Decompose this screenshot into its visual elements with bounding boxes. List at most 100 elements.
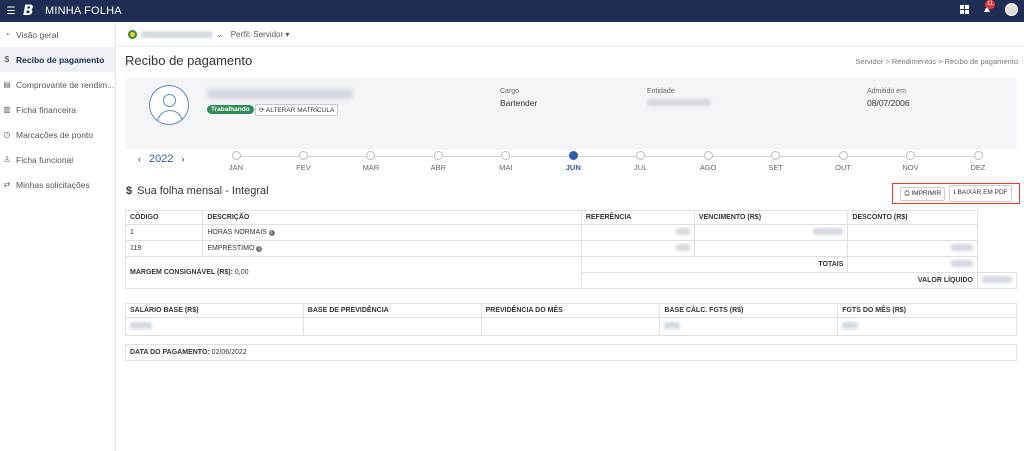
month-dot[interactable]	[298, 151, 308, 160]
totais-label: TOTAIS	[580, 256, 849, 273]
entity-name-redacted[interactable]	[141, 30, 213, 38]
clock-icon: ◷	[3, 130, 11, 139]
notification-bell-icon[interactable]: ▲ 11	[981, 0, 996, 16]
person-icon: ♙	[3, 155, 11, 164]
month-label: FEV	[296, 163, 311, 172]
month-fev[interactable]: FEV	[288, 151, 318, 172]
sidebar-item-marcacoes[interactable]: ◷ Marcações de ponto	[0, 122, 115, 147]
totais-desconto-cell	[847, 256, 978, 273]
sidebar-item-label: Recibo de pagamento	[16, 54, 105, 65]
month-label: JUN	[565, 163, 581, 172]
month-mai[interactable]: MAI	[491, 151, 521, 172]
fgts-cell	[837, 317, 1017, 336]
sidebar-item-label: Ficha funcional	[16, 154, 74, 165]
liquido-cell	[977, 272, 1017, 289]
dashboard-icon: ◔	[4, 30, 10, 39]
summary-row	[125, 317, 1017, 336]
sidebar-item-ficha-funcional[interactable]: ♙ Ficha funcional	[0, 147, 115, 172]
month-dot[interactable]	[231, 151, 241, 160]
next-year-button[interactable]: ›	[181, 154, 184, 164]
status-badge: Trabalhando	[207, 105, 254, 114]
month-ago[interactable]: AGO	[693, 151, 723, 172]
reference-cell	[580, 240, 695, 257]
main-content: ⌄ Perfil: Servidor ▾ Recibo de pagamento…	[116, 22, 1024, 451]
app-title: MINHA FOLHA	[45, 5, 122, 17]
column-header: REFERÊNCIA	[580, 210, 695, 225]
month-dot[interactable]	[703, 151, 713, 160]
payment-date-table: DATA DO PAGAMENTO: 02/06/2022	[125, 344, 1017, 361]
user-avatar[interactable]	[1005, 3, 1018, 16]
month-dot[interactable]	[771, 151, 781, 160]
admitido-value: 08/07/2006	[867, 98, 910, 108]
month-dot[interactable]	[568, 151, 578, 160]
change-registration-button[interactable]: ⟳ ALTERAR MATRÍCULA	[255, 104, 339, 116]
month-dot[interactable]	[636, 151, 646, 160]
month-dot[interactable]	[501, 151, 511, 160]
employee-card: Trabalhando ⟳ ALTERAR MATRÍCULA Cargo Ba…	[125, 78, 1017, 150]
admissao-info: Admitido em 08/07/2006	[867, 88, 910, 108]
column-header: BASE CÁLC. FGTS (R$)	[659, 303, 839, 318]
app-logo[interactable]: B	[23, 3, 37, 19]
month-label: SET	[768, 163, 783, 172]
month-dot[interactable]	[838, 151, 848, 160]
sidebar-item-visao-geral[interactable]: ◔ Visão geral	[0, 22, 115, 47]
payslip-table: CÓDIGO DESCRIÇÃO REFERÊNCIA VENCIMENTO (…	[124, 210, 1017, 289]
month-label: JAN	[228, 163, 244, 172]
employee-name-redacted	[207, 89, 353, 99]
folha-title-text: Sua folha mensal - Integral	[137, 185, 269, 197]
prev-year-button[interactable]: ‹	[138, 154, 141, 164]
month-set[interactable]: SET	[761, 151, 791, 172]
info-icon[interactable]: i	[256, 246, 263, 252]
month-dot[interactable]	[973, 151, 983, 160]
month-dot[interactable]	[433, 151, 443, 160]
cargo-label: Cargo	[500, 88, 520, 95]
month-nov[interactable]: NOV	[896, 151, 926, 172]
month-jun[interactable]: JUN	[558, 151, 588, 172]
print-button[interactable]: ⎙ IMPRIMIR	[900, 186, 946, 201]
month-mar[interactable]: MAR	[356, 151, 386, 172]
download-pdf-button[interactable]: ⭳ BAIXAR EM PDF	[949, 185, 1012, 202]
column-header: DESCRIÇÃO	[202, 210, 582, 225]
dollar-icon: $	[4, 55, 10, 64]
timeline-line	[236, 156, 978, 157]
sidebar-item-ficha-financeira[interactable]: ▥ Ficha financeira	[0, 97, 115, 122]
month-out[interactable]: OUT	[828, 151, 858, 172]
base-previdencia-cell	[302, 317, 482, 336]
column-header: BASE DE PREVIDÊNCIA	[302, 303, 482, 318]
notification-badge: 11	[985, 0, 996, 9]
totals-row: MARGEM CONSIGNÁVEL (R$): 0,00 TOTAIS	[125, 256, 1017, 289]
info-icon[interactable]: i	[268, 230, 275, 236]
actions-highlight: ⎙ IMPRIMIR ⭳ BAIXAR EM PDF	[892, 183, 1020, 204]
month-dot[interactable]	[906, 151, 916, 160]
month-label: MAI	[499, 163, 513, 172]
bank-icon: ▥	[3, 105, 11, 114]
vencimento-cell	[693, 224, 849, 241]
table-row: 1 HORAS NORMAIS i	[124, 224, 1017, 241]
year-label: 2022	[149, 153, 174, 165]
month-dez[interactable]: DEZ	[963, 151, 993, 172]
liquido-label: VALOR LÍQUIDO	[580, 272, 979, 289]
month-jul[interactable]: JUL	[626, 151, 656, 172]
month-label: ABR	[430, 163, 447, 172]
apps-grid-icon[interactable]	[960, 5, 969, 14]
month-label: OUT	[835, 163, 851, 172]
month-jan[interactable]: JAN	[221, 151, 251, 172]
chevron-down-icon[interactable]: ⌄	[216, 30, 223, 39]
cargo-info: Cargo Bartender	[500, 88, 537, 108]
sidebar-item-recibo[interactable]: $ Recibo de pagamento	[0, 47, 115, 72]
sidebar-item-comprovante[interactable]: ▤ Comprovante de rendim...	[0, 72, 115, 97]
summary-table: SALÁRIO BASE (R$) BASE DE PREVIDÊNCIA PR…	[125, 303, 1017, 336]
entidade-info: Entidade	[647, 88, 711, 106]
page-title: Recibo de pagamento	[125, 53, 253, 68]
code-cell: 119	[124, 240, 204, 257]
margem-cell: MARGEM CONSIGNÁVEL (R$): 0,00	[125, 256, 582, 289]
column-header: DESCONTO (R$)	[847, 210, 978, 225]
month-abr[interactable]: ABR	[423, 151, 453, 172]
sidebar-item-label: Visão geral	[16, 29, 59, 40]
sidebar-item-solicitacoes[interactable]: ⇄ Minhas solicitações	[0, 172, 115, 197]
top-bar: ☰ B MINHA FOLHA ▲ 11	[0, 0, 1024, 22]
menu-icon[interactable]: ☰	[2, 6, 20, 17]
sidebar: ◔ Visão geral $ Recibo de pagamento ▤ Compr…	[0, 22, 116, 451]
profile-selector[interactable]: Perfil: Servidor ▾	[231, 30, 290, 39]
month-dot[interactable]	[366, 151, 376, 160]
